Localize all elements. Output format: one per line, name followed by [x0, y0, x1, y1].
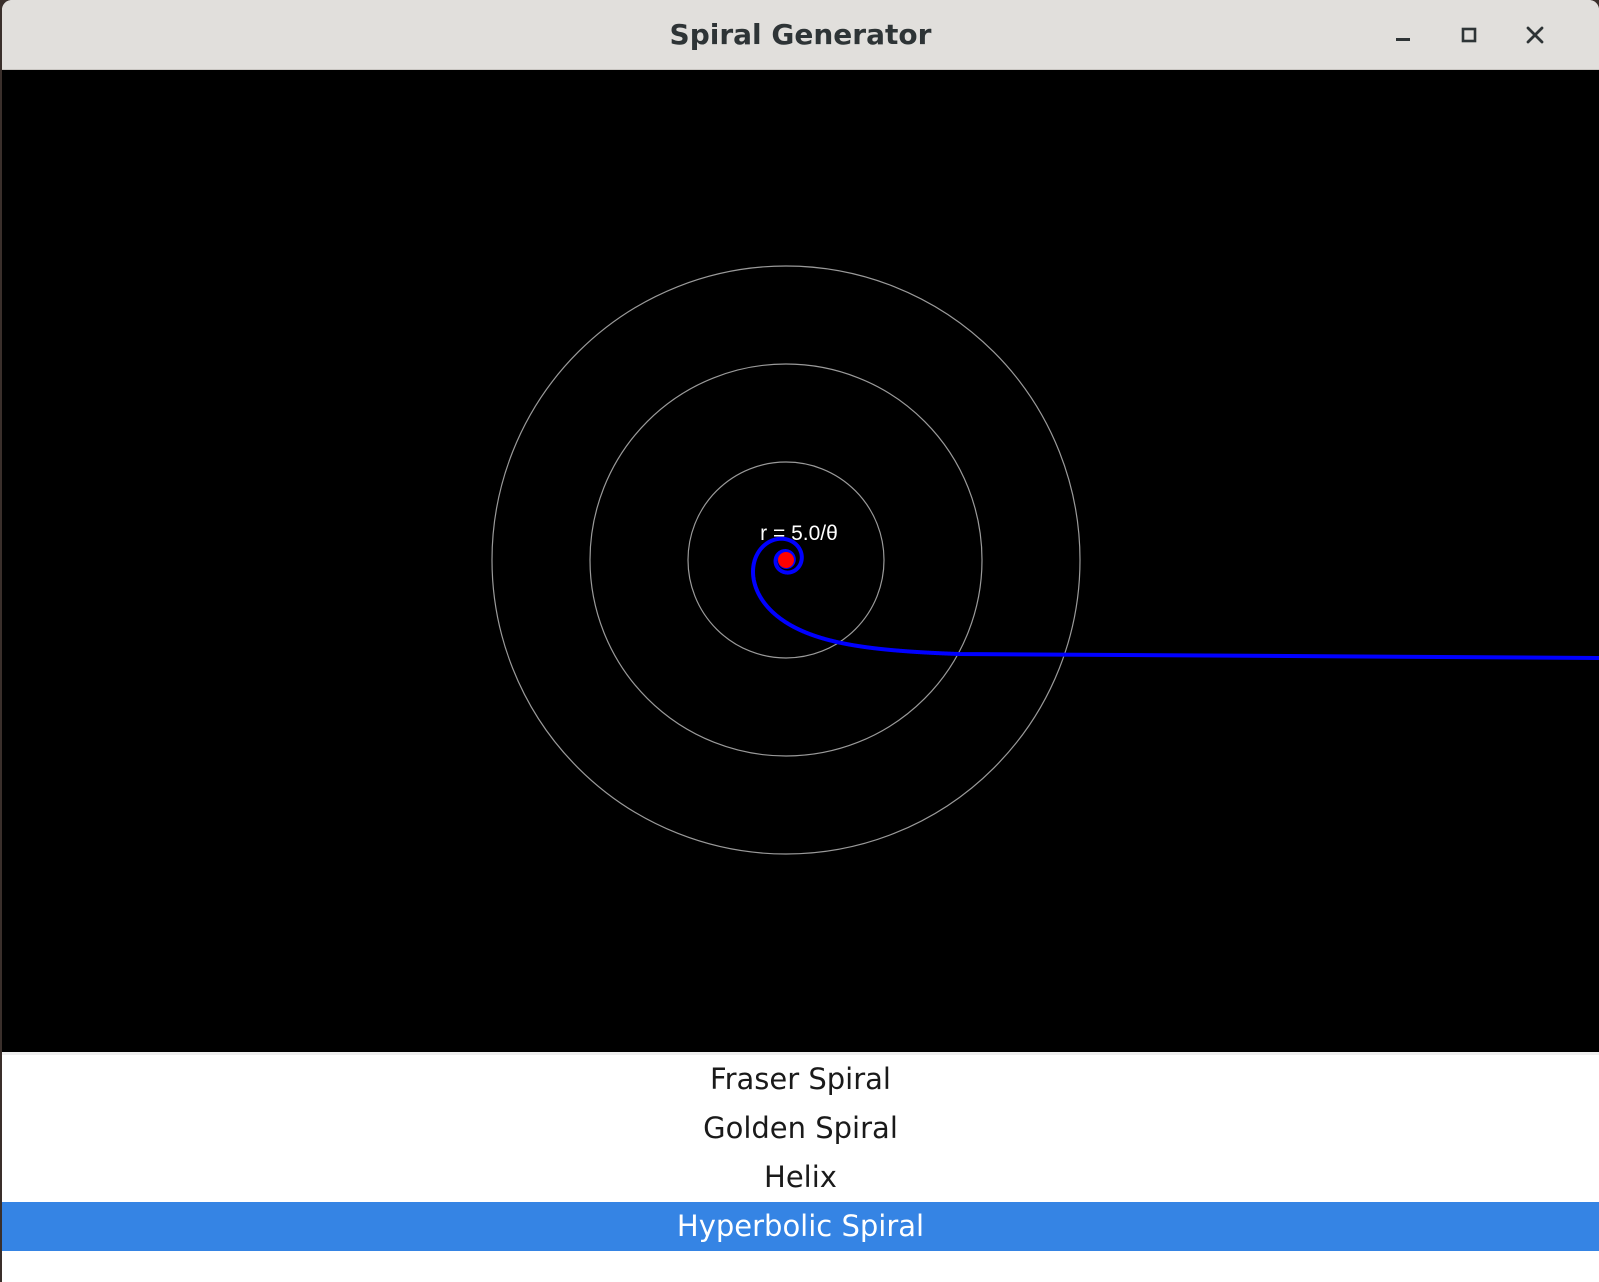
title-bar[interactable]: Spiral Generator — [2, 0, 1599, 70]
spiral-type-list[interactable]: Fraser Spiral Golden Spiral Helix Hyperb… — [2, 1052, 1599, 1282]
minimize-button[interactable] — [1382, 14, 1424, 56]
equation-label: r = 5.0/θ — [760, 522, 838, 545]
close-button[interactable] — [1514, 14, 1556, 56]
list-item-fraser-spiral[interactable]: Fraser Spiral — [2, 1055, 1599, 1104]
list-item-golden-spiral[interactable]: Golden Spiral — [2, 1104, 1599, 1153]
center-dot — [778, 552, 794, 568]
app-window: Spiral Generator r = 5.0/θ Fraser Spiral… — [2, 0, 1599, 1282]
maximize-button[interactable] — [1448, 14, 1490, 56]
maximize-icon — [1461, 27, 1477, 43]
list-item-helix[interactable]: Helix — [2, 1153, 1599, 1202]
spiral-curve — [751, 536, 1599, 660]
minimize-icon — [1396, 38, 1410, 41]
window-title: Spiral Generator — [669, 18, 932, 51]
close-icon — [1526, 26, 1544, 44]
spiral-canvas[interactable]: r = 5.0/θ — [2, 70, 1599, 1052]
list-item-hyperbolic-spiral[interactable]: Hyperbolic Spiral — [2, 1202, 1599, 1251]
spiral-drawing: r = 5.0/θ — [491, 265, 1599, 855]
